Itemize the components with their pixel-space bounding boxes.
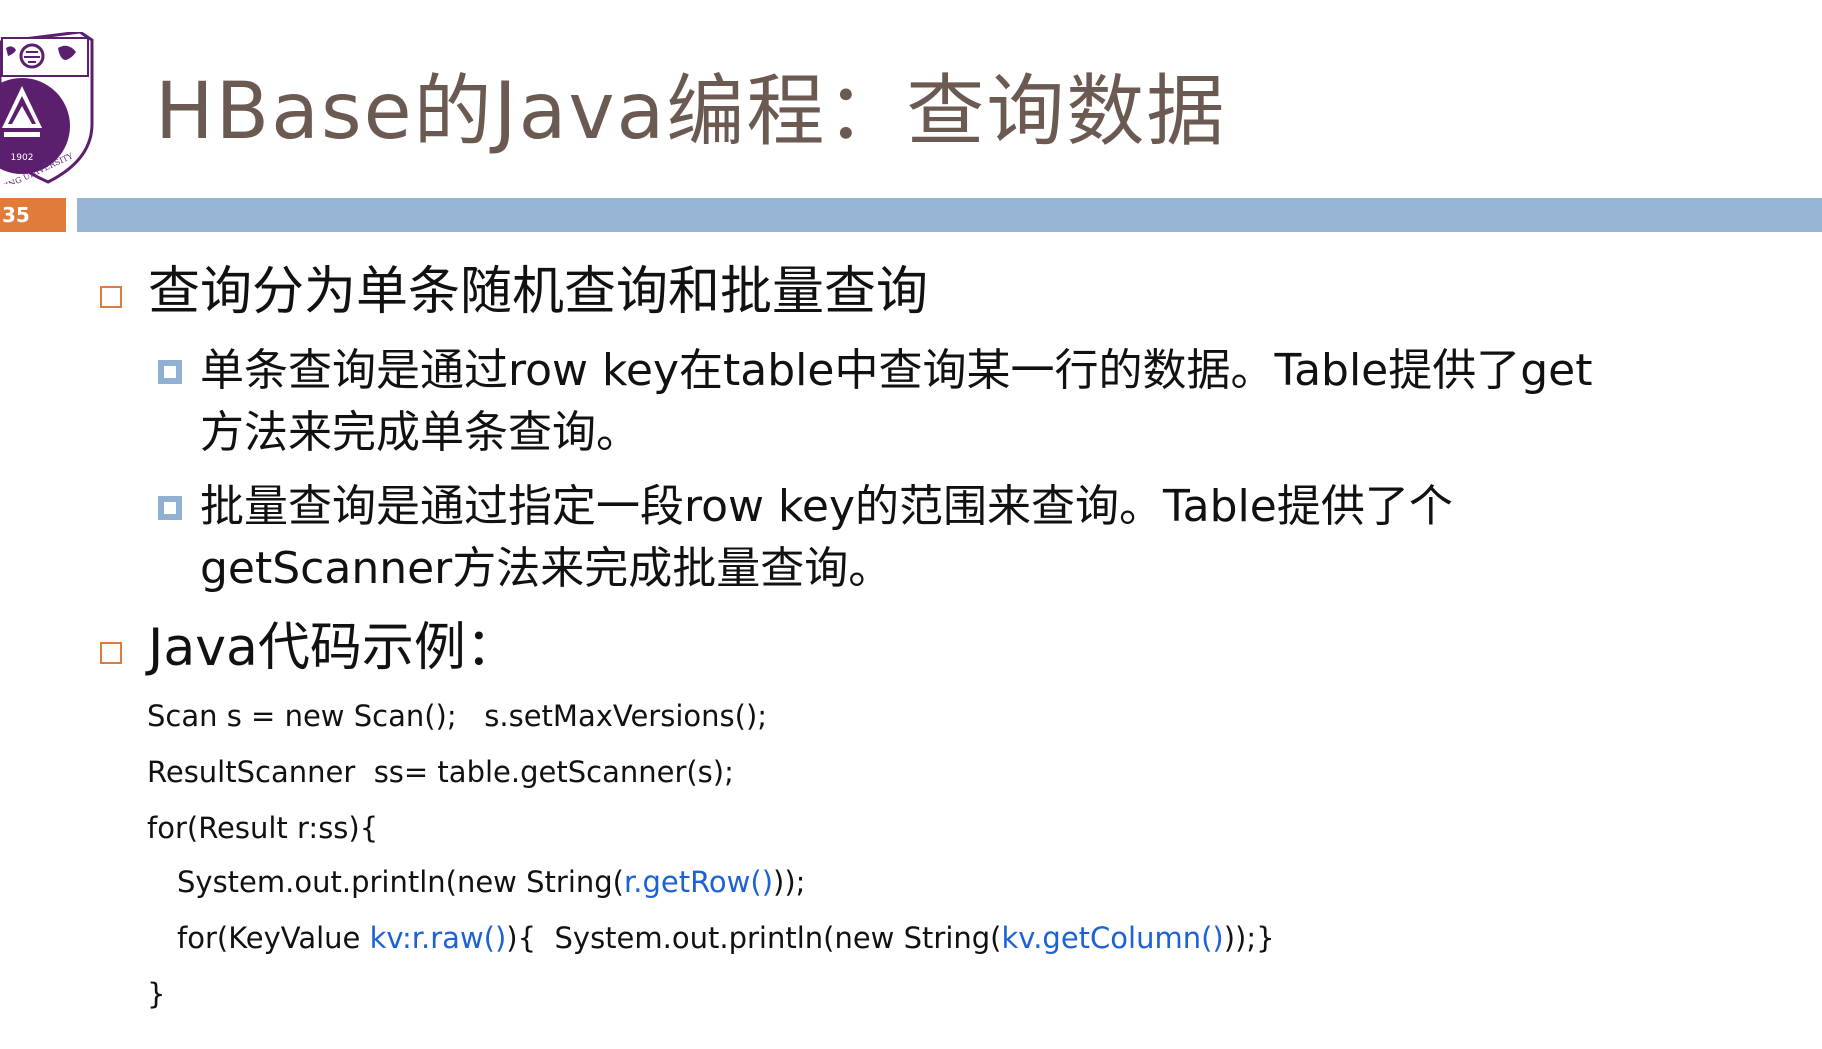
- code-highlight: kv.getColumn(): [1001, 921, 1224, 955]
- sub-bullet-single-query-line1: 单条查询是通过row key在table中查询某一行的数据。Table提供了ge…: [200, 345, 1593, 396]
- code-line-2: ResultScanner ss= table.getScanner(s);: [147, 755, 734, 789]
- sub-bullet-batch-query-line1: 批量查询是通过指定一段row key的范围来查询。Table提供了个: [200, 481, 1453, 532]
- sub-bullet-single-query-line2: 方法来完成单条查询。: [200, 407, 640, 458]
- slide-title: HBase的Java编程：查询数据: [155, 67, 1227, 157]
- sub-bullet-marker: [158, 496, 182, 520]
- code-text: ));}: [1223, 921, 1275, 955]
- slide-number: 35: [0, 198, 66, 232]
- code-text: for(KeyValue: [177, 921, 370, 955]
- sub-bullet-marker: [158, 360, 182, 384]
- code-text: ){ System.out.println(new String(: [506, 921, 1002, 955]
- code-line-6: }: [147, 977, 166, 1011]
- code-text: System.out.println(new String(: [177, 865, 624, 899]
- code-text: ));: [773, 865, 806, 899]
- code-line-3: for(Result r:ss){: [147, 811, 379, 845]
- logo-year: 1902: [11, 153, 34, 163]
- code-highlight: r.getRow(): [623, 865, 774, 899]
- code-line-1: Scan s = new Scan(); s.setMaxVersions();: [147, 699, 768, 733]
- university-logo: 1902 NANJING UNIVERSITY: [0, 32, 94, 184]
- code-line-5: for(KeyValue kv:r.raw()){ System.out.pri…: [177, 920, 1275, 956]
- sub-bullet-batch-query-line2: getScanner方法来完成批量查询。: [200, 543, 893, 594]
- title-divider-bar: [77, 198, 1822, 232]
- code-highlight: kv:r.raw(): [369, 921, 507, 955]
- bullet-java-example: Java代码示例：: [148, 618, 518, 678]
- bullet-marker: [100, 642, 122, 664]
- bullet-marker: [100, 286, 122, 308]
- code-line-4: System.out.println(new String(r.getRow()…: [177, 864, 805, 900]
- bullet-query-types: 查询分为单条随机查询和批量查询: [148, 262, 929, 322]
